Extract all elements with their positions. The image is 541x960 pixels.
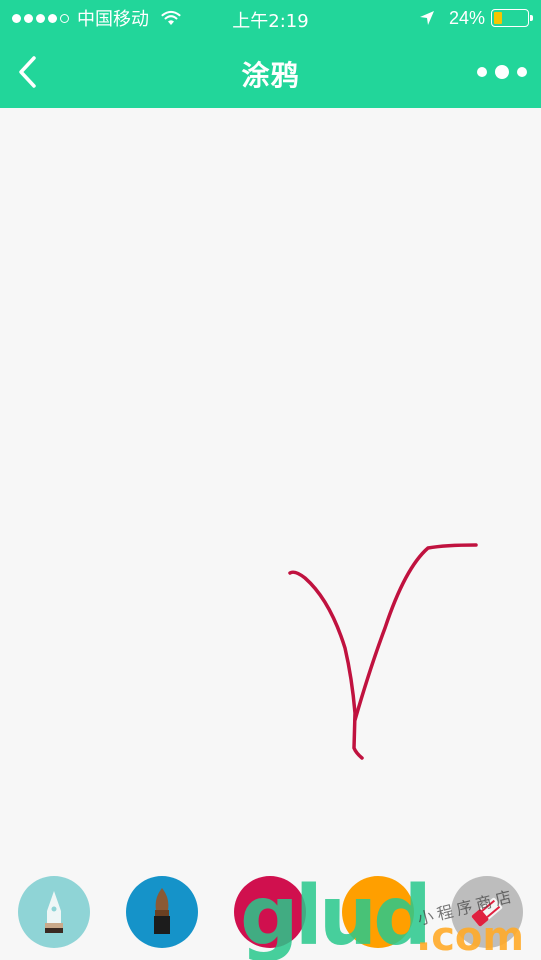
battery-icon [491,9,533,27]
more-dots-icon [477,67,487,77]
battery-cap [530,15,533,21]
drawing-layer [288,543,478,760]
tool-bar [0,860,541,960]
drawn-stroke [353,543,478,722]
drawing-canvas[interactable] [0,108,541,860]
header: 中国移动 上午2:19 24% 涂鸦 [0,0,541,108]
nav-bar: 涂鸦 [0,36,541,108]
eraser-icon [471,897,503,927]
page-title: 涂鸦 [241,59,300,92]
location-arrow-icon [419,11,434,25]
brush-icon [154,888,170,934]
battery-percent: 24% [448,7,485,28]
status-right: 24% [419,7,533,29]
pen-tool-button[interactable] [18,876,90,948]
pen-nib-icon [45,891,63,933]
status-bar: 中国移动 上午2:19 24% [0,0,541,36]
more-button[interactable] [477,58,527,86]
more-dots-icon [495,65,509,79]
drawn-stroke [288,570,364,760]
more-dots-icon [517,67,527,77]
brush-tool-button[interactable] [126,876,198,948]
orange-color-button[interactable] [342,876,414,948]
eraser-tool-button[interactable] [451,876,523,948]
battery-fill [494,12,502,24]
red-color-button[interactable] [234,876,306,948]
